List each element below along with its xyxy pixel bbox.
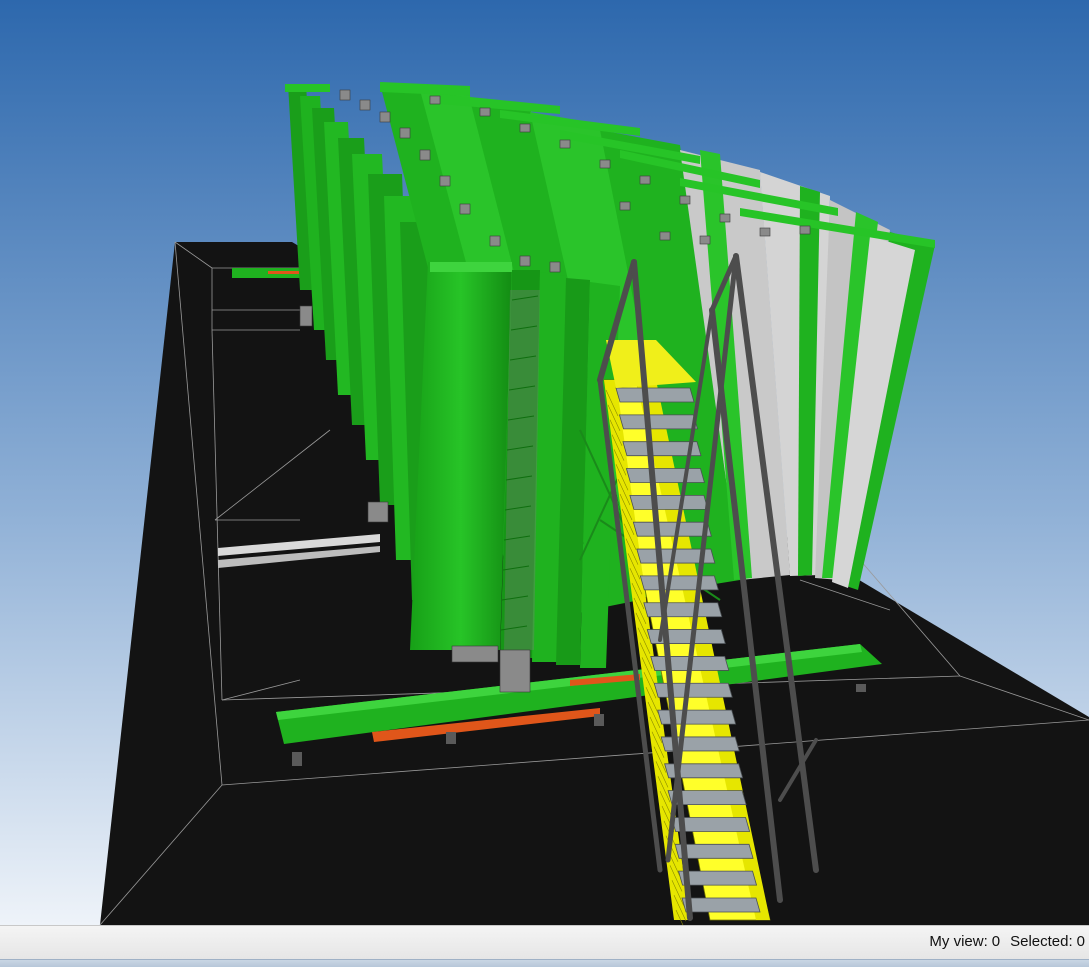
stair-tread xyxy=(625,468,705,483)
status-text: My view: 0 Selected: 0 xyxy=(925,933,1085,950)
stair-tread xyxy=(615,387,695,403)
stair-tread xyxy=(639,575,719,591)
frame-columns-front xyxy=(410,262,620,668)
my-view-count: 0 xyxy=(991,933,1001,950)
stair-tread xyxy=(681,897,761,913)
stair-tread xyxy=(618,414,699,430)
stair-tread xyxy=(629,494,709,510)
3d-viewport[interactable] xyxy=(0,0,1089,925)
stair-tread xyxy=(653,682,733,698)
stair-tread xyxy=(643,602,723,618)
stair-tread xyxy=(657,709,737,725)
stair-tread xyxy=(677,870,758,886)
my-view-label: My view: xyxy=(929,933,988,950)
selected-label: Selected: xyxy=(1010,933,1073,950)
window-bottom-edge xyxy=(0,959,1089,967)
3d-model-scene[interactable] xyxy=(0,0,1089,925)
status-bar: My view: 0 Selected: 0 xyxy=(0,925,1089,959)
selected-count: 0 xyxy=(1076,933,1085,950)
stair-tread xyxy=(632,521,712,537)
